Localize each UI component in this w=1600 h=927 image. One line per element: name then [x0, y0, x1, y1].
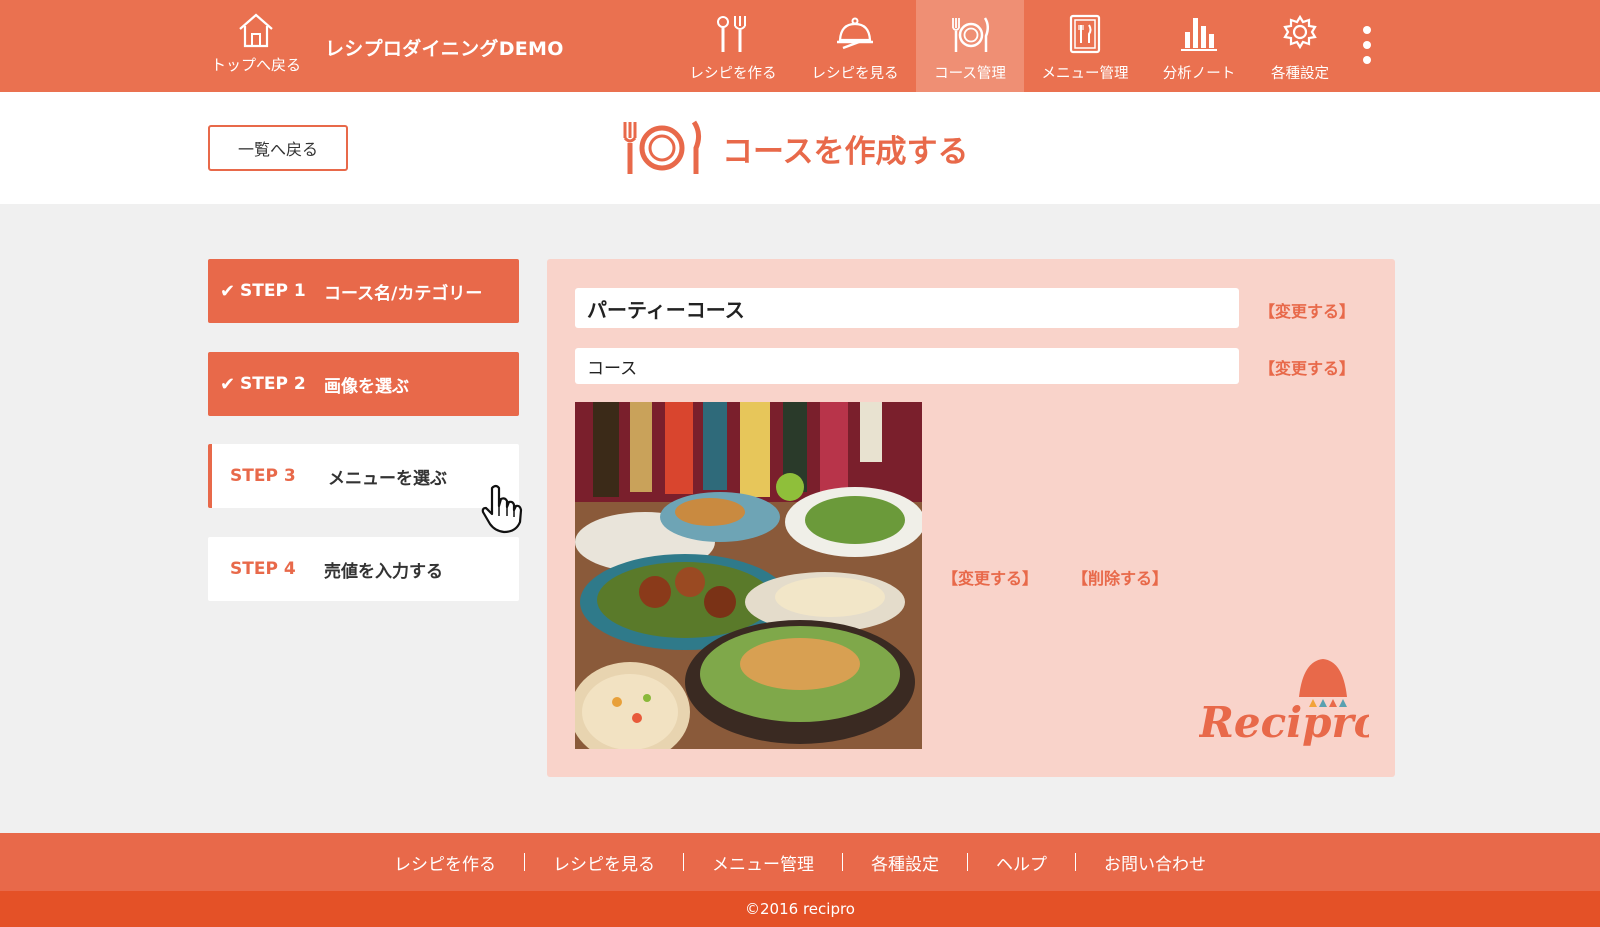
title-band: 一覧へ戻る コースを作成する: [0, 92, 1600, 204]
plate-icon: [952, 17, 989, 52]
step-name: 画像を選ぶ: [324, 376, 409, 397]
nav-label: 分析ノート: [1162, 66, 1236, 82]
bar-chart-icon: [1181, 18, 1217, 51]
step-2-select-image[interactable]: ✔ STEP 2 画像を選ぶ: [208, 352, 519, 416]
nav-menu-management[interactable]: メニュー管理: [1024, 0, 1146, 92]
house-icon: [239, 13, 273, 48]
footer-divider: [1075, 853, 1076, 871]
footer-divider: [524, 853, 525, 871]
nav-view-recipe[interactable]: レシピを見る: [794, 0, 916, 92]
nav-label: レシピを作る: [689, 66, 777, 82]
change-course-name-link[interactable]: 【変更する】: [1259, 298, 1355, 322]
nav-label: メニュー管理: [1041, 66, 1129, 82]
step-number: STEP 2: [240, 374, 306, 394]
nav-label: レシピを見る: [811, 66, 899, 82]
nav-settings[interactable]: 各種設定: [1252, 0, 1348, 92]
step-number: STEP 3: [230, 466, 296, 486]
footer-link-help[interactable]: ヘルプ: [996, 850, 1047, 875]
footer-link-make-recipe[interactable]: レシピを作る: [394, 850, 496, 875]
delete-image-link[interactable]: 【削除する】: [1072, 565, 1168, 589]
step-number: STEP 1: [240, 281, 306, 301]
utensils-icon: [717, 16, 746, 52]
top-navigation-bar: トップへ戻る レシプロダイニングDEMO レシピを作る レシピを見る コース管理…: [0, 0, 1600, 92]
step-name: コース名/カテゴリー: [324, 283, 483, 304]
main-nav: レシピを作る レシピを見る コース管理 メニュー管理 分析ノート 各種設定: [672, 0, 1348, 92]
change-image-link[interactable]: 【変更する】: [942, 565, 1038, 589]
nav-course-management[interactable]: コース管理: [916, 0, 1024, 92]
back-to-list-button[interactable]: 一覧へ戻る: [208, 125, 348, 171]
gear-icon: [1283, 14, 1317, 50]
course-detail-panel: パーティーコース 【変更する】 コース 【変更する】 【変更する】 【削除する】…: [547, 259, 1395, 777]
step-name: 売値を入力する: [324, 561, 443, 582]
logo-wordmark: Recipro: [1199, 698, 1369, 747]
step-number: STEP 4: [230, 559, 296, 579]
step-4-enter-price[interactable]: STEP 4 売値を入力する: [208, 537, 519, 601]
footer-link-menu-management[interactable]: メニュー管理: [712, 850, 814, 875]
page-heading: コースを作成する: [620, 118, 968, 178]
checkmark-icon: ✔: [220, 280, 236, 302]
nav-label: コース管理: [934, 66, 1006, 82]
course-name-field: パーティーコース: [575, 288, 1239, 328]
nav-analysis-notes[interactable]: 分析ノート: [1146, 0, 1252, 92]
course-image: [575, 402, 922, 749]
home-label: トップへ戻る: [210, 56, 301, 74]
footer-nav: レシピを作る レシピを見る メニュー管理 各種設定 ヘルプ お問い合わせ: [0, 833, 1600, 891]
step-1-course-name[interactable]: ✔ STEP 1 コース名/カテゴリー: [208, 259, 519, 323]
copyright: ©2016 recipro: [0, 891, 1600, 927]
checkmark-icon: ✔: [220, 373, 236, 395]
recipro-logo: Recipro: [1199, 659, 1369, 747]
more-options-icon[interactable]: [1355, 26, 1379, 68]
nav-make-recipe[interactable]: レシピを作る: [672, 0, 794, 92]
pointer-hand-icon: [481, 484, 523, 534]
footer-divider: [967, 853, 968, 871]
brand-name: レシプロダイニングDEMO: [325, 38, 564, 60]
footer-link-view-recipe[interactable]: レシピを見る: [553, 850, 655, 875]
page-title: コースを作成する: [722, 133, 969, 170]
step-3-select-menu[interactable]: STEP 3 メニューを選ぶ: [208, 444, 519, 508]
home-button[interactable]: トップへ戻る: [206, 10, 306, 84]
footer-divider: [683, 853, 684, 871]
cloche-icon: [837, 17, 873, 50]
change-category-link[interactable]: 【変更する】: [1259, 355, 1355, 379]
footer-link-settings[interactable]: 各種設定: [871, 850, 939, 875]
footer-divider: [842, 853, 843, 871]
footer-link-contact[interactable]: お問い合わせ: [1104, 850, 1206, 875]
step-name: メニューを選ぶ: [328, 468, 447, 489]
plate-icon: [623, 120, 702, 174]
nav-label: 各種設定: [1271, 66, 1329, 82]
course-category-field: コース: [575, 348, 1239, 384]
menu-book-icon: [1069, 14, 1101, 54]
